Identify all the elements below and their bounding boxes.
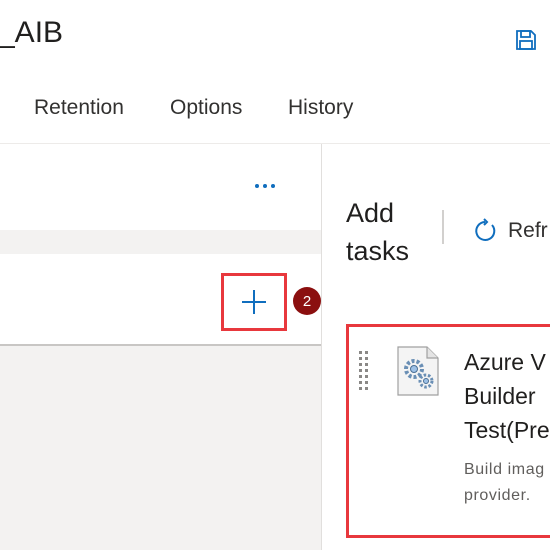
- add-task-button[interactable]: [221, 273, 287, 331]
- pipeline-tree-pane: 2: [0, 144, 321, 550]
- more-horizontal-icon: [255, 184, 259, 188]
- save-button[interactable]: [510, 24, 542, 56]
- tab-retention[interactable]: Retention: [34, 96, 124, 120]
- tab-history[interactable]: History: [288, 96, 353, 120]
- task-card-azure-vm-image-builder[interactable]: Azure V Builder Test(Pre Build imag Imag…: [346, 324, 550, 538]
- pipeline-title: _AIB: [0, 16, 64, 49]
- add-tasks-heading: Add tasks: [346, 198, 410, 266]
- pipeline-editor: _AIB Retention Options History 2 Add tas…: [0, 0, 550, 550]
- plus-icon: [242, 290, 266, 314]
- add-tasks-pane: Add tasks Refr Azure V Builder Test(Pre …: [322, 144, 550, 550]
- task-description: Build imag Image B provider.: [464, 461, 550, 504]
- pane-background: [0, 346, 321, 550]
- refresh-icon: [475, 218, 496, 241]
- save-icon: [516, 30, 536, 50]
- tab-options[interactable]: Options: [170, 96, 242, 120]
- refresh-label: Refr: [508, 219, 548, 242]
- task-name: Azure V Builder Test(Pre: [464, 349, 550, 443]
- step-badge: 2: [293, 287, 321, 315]
- gear-task-icon: [397, 346, 439, 396]
- more-options-button[interactable]: [250, 174, 280, 198]
- refresh-button[interactable]: Refr: [472, 216, 548, 246]
- section-separator: [0, 230, 321, 254]
- drag-handle-icon[interactable]: [358, 349, 370, 397]
- heading-separator: [442, 210, 444, 244]
